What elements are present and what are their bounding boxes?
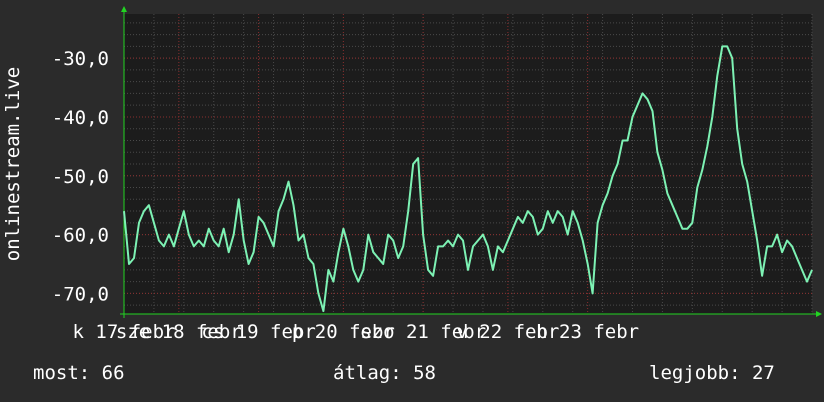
stat-current: most: 66 — [33, 362, 125, 384]
x-tick-label: h 23 febr — [536, 321, 639, 343]
y-tick-labels: -70,0 -60,0 -50,0 -40,0 -30,0 — [52, 48, 109, 305]
y-tick-label: -50,0 — [52, 166, 109, 188]
stat-average: átlag: 58 — [333, 362, 436, 384]
x-tick-labels: k 17 febrsze 18 febrcs 19 febrp 20 febrs… — [73, 321, 640, 343]
y-axis-arrow — [121, 6, 127, 12]
x-axis-arrow — [816, 311, 822, 317]
y-axis-label: onlinestream.live — [2, 67, 24, 261]
stat-maximum: legjobb: 27 — [649, 362, 775, 384]
y-tick-label: -60,0 — [52, 225, 109, 247]
chart: -70,0 -60,0 -50,0 -40,0 -30,0 k 17 febrsze 1… — [2, 6, 822, 343]
y-tick-label: -40,0 — [52, 107, 109, 129]
y-tick-label: -70,0 — [52, 283, 109, 305]
y-tick-label: -30,0 — [52, 48, 109, 70]
